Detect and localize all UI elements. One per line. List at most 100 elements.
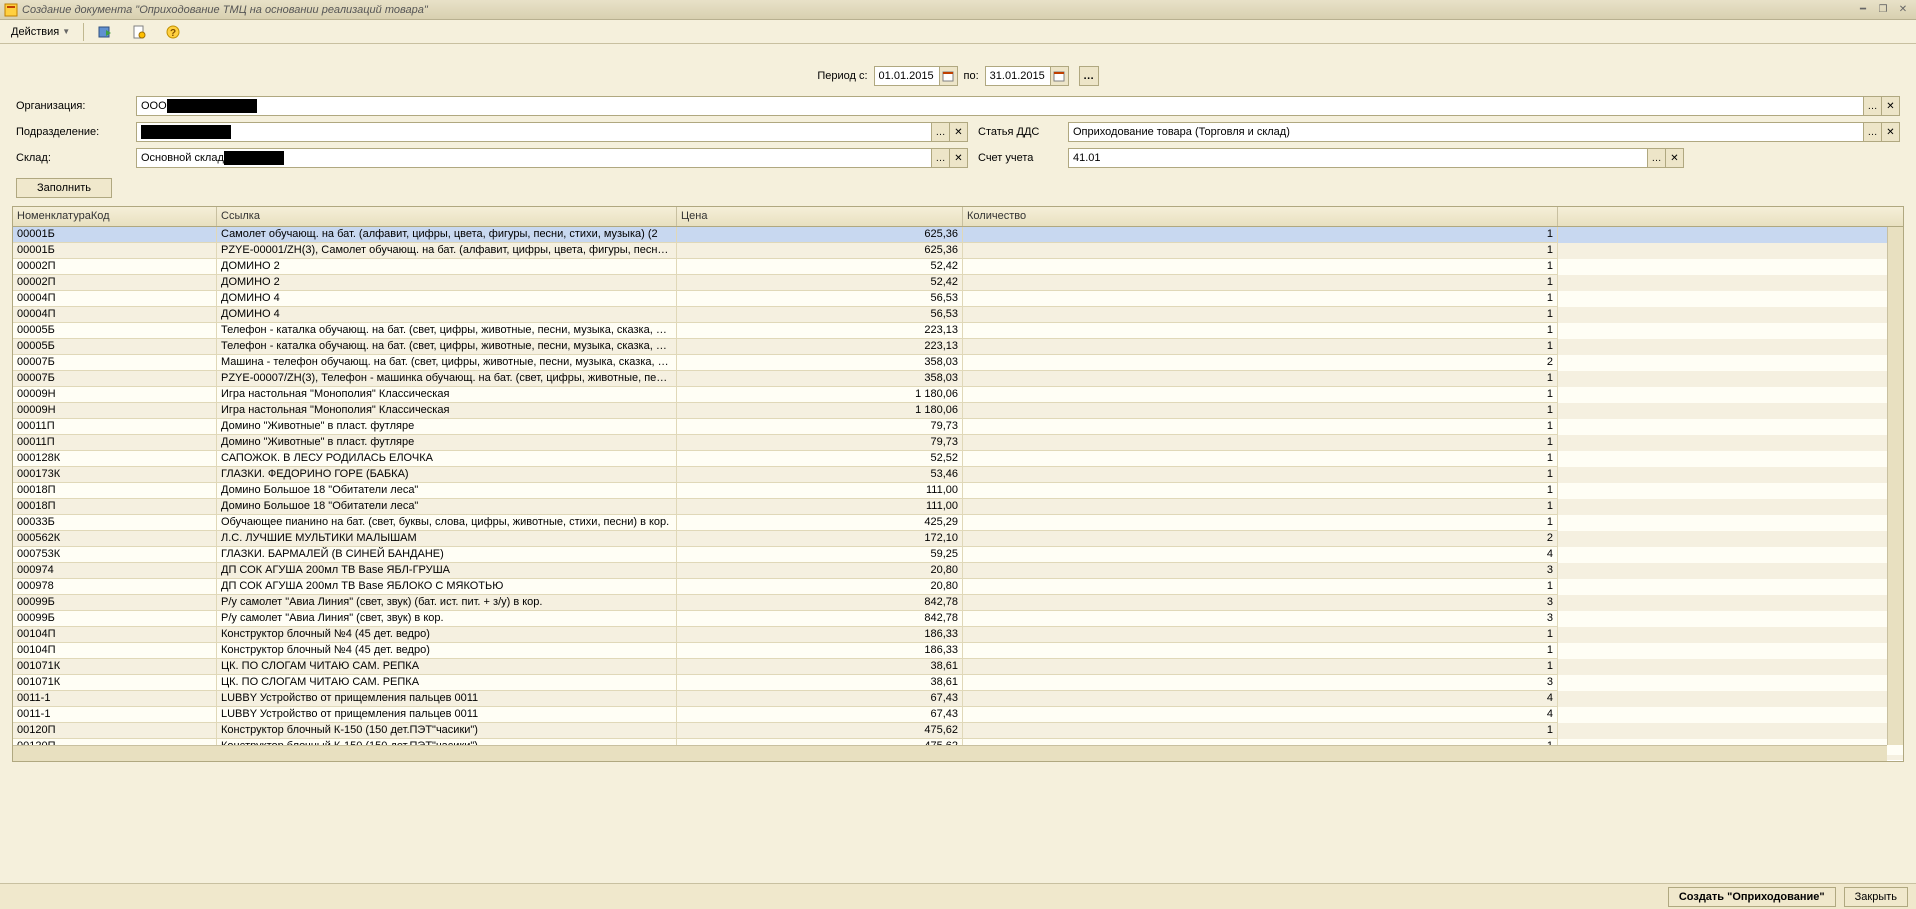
table-row[interactable]: 00018ПДомино Большое 18 "Обитатели леса"… — [13, 499, 1903, 515]
table-body[interactable]: 00001БСамолет обучающ. на бат. (алфавит,… — [13, 227, 1903, 760]
warehouse-clear-button[interactable]: ✕ — [950, 148, 968, 168]
table-cell: ГЛАЗКИ. ФЕДОРИНО ГОРЕ (БАБКА) — [217, 467, 677, 483]
table-cell: Л.С. ЛУЧШИЕ МУЛЬТИКИ МАЛЫШАМ — [217, 531, 677, 547]
table-row[interactable]: 00009НИгра настольная "Монополия" Класси… — [13, 403, 1903, 419]
maximize-button[interactable]: ❐ — [1874, 3, 1892, 17]
table-cell: ДОМИНО 4 — [217, 291, 677, 307]
organization-label: Организация: — [16, 100, 126, 112]
table-row[interactable]: 00104ПКонструктор блочный №4 (45 дет. ве… — [13, 627, 1903, 643]
table-cell: 52,52 — [677, 451, 963, 467]
column-header-code[interactable]: НоменклатураКод — [13, 207, 217, 226]
table-row[interactable]: 00002ПДОМИНО 252,421 — [13, 275, 1903, 291]
table-row[interactable]: 00007БPZYE-00007/ZH(3), Телефон - машинк… — [13, 371, 1903, 387]
table-cell: 186,33 — [677, 627, 963, 643]
create-document-button[interactable]: Создать "Оприходование" — [1668, 887, 1836, 907]
organization-select-button[interactable]: … — [1864, 96, 1882, 116]
table-row[interactable]: 000128КСАПОЖОК. В ЛЕСУ РОДИЛАСЬ ЕЛОЧКА52… — [13, 451, 1903, 467]
division-select-button[interactable]: … — [932, 122, 950, 142]
account-select-button[interactable]: … — [1648, 148, 1666, 168]
table-row[interactable]: 00011ПДомино "Животные" в пласт. футляре… — [13, 419, 1903, 435]
toolbar-icon-button-1[interactable] — [90, 21, 120, 43]
table-row[interactable]: 00099БР/у самолет "Авиа Линия" (свет, зв… — [13, 595, 1903, 611]
column-header-price[interactable]: Цена — [677, 207, 963, 226]
dds-clear-button[interactable]: ✕ — [1882, 122, 1900, 142]
warehouse-select-button[interactable]: … — [932, 148, 950, 168]
horizontal-scrollbar[interactable] — [13, 745, 1887, 761]
table-row[interactable]: 00011ПДомино "Животные" в пласт. футляре… — [13, 435, 1903, 451]
column-header-qty[interactable]: Количество — [963, 207, 1558, 226]
table-row[interactable]: 001071КЦК. ПО СЛОГАМ ЧИТАЮ САМ. РЕПКА38,… — [13, 675, 1903, 691]
table-row[interactable]: 00099БР/у самолет "Авиа Линия" (свет, зв… — [13, 611, 1903, 627]
table-row[interactable]: 00001БPZYE-00001/ZH(3), Самолет обучающ.… — [13, 243, 1903, 259]
close-button[interactable]: ✕ — [1894, 3, 1912, 17]
table-cell: 20,80 — [677, 579, 963, 595]
toolbar-icon-button-2[interactable] — [124, 21, 154, 43]
table-row[interactable]: 00002ПДОМИНО 252,421 — [13, 259, 1903, 275]
account-clear-button[interactable]: ✕ — [1666, 148, 1684, 168]
account-field[interactable] — [1068, 148, 1648, 168]
table-cell: 00099Б — [13, 595, 217, 611]
table-row[interactable]: 00004ПДОМИНО 456,531 — [13, 307, 1903, 323]
column-header-link[interactable]: Ссылка — [217, 207, 677, 226]
table-row[interactable]: 0011-1LUBBY Устройство от прищемления па… — [13, 691, 1903, 707]
dds-select-button[interactable]: … — [1864, 122, 1882, 142]
table-cell: Р/у самолет "Авиа Линия" (свет, звук) (б… — [217, 595, 677, 611]
fill-button[interactable]: Заполнить — [16, 178, 112, 198]
table-row[interactable]: 00004ПДОМИНО 456,531 — [13, 291, 1903, 307]
table-cell: 00004П — [13, 291, 217, 307]
organization-field[interactable]: ООО — [136, 96, 1864, 116]
table-row[interactable]: 00005БТелефон - каталка обучающ. на бат.… — [13, 339, 1903, 355]
svg-text:?: ? — [170, 28, 176, 39]
table-cell: 59,25 — [677, 547, 963, 563]
table-cell: 1 — [963, 243, 1558, 259]
dds-field[interactable] — [1068, 122, 1864, 142]
period-select-button[interactable]: … — [1079, 66, 1099, 86]
table-cell: 1 — [963, 227, 1558, 243]
table-row[interactable]: 000753КГЛАЗКИ. БАРМАЛЕЙ (В СИНЕЙ БАНДАНЕ… — [13, 547, 1903, 563]
table-cell: 425,29 — [677, 515, 963, 531]
table-cell: 00104П — [13, 627, 217, 643]
calendar-icon[interactable] — [940, 66, 958, 86]
table-cell: 1 — [963, 627, 1558, 643]
table-row[interactable]: 000974ДП СОК АГУША 200мл ТВ Base ЯБЛ-ГРУ… — [13, 563, 1903, 579]
table-cell: 00005Б — [13, 339, 217, 355]
table-row[interactable]: 00007БМашина - телефон обучающ. на бат. … — [13, 355, 1903, 371]
table-cell: 79,73 — [677, 435, 963, 451]
table-row[interactable]: 00033БОбучающее пианино на бат. (свет, б… — [13, 515, 1903, 531]
table-cell: ДОМИНО 4 — [217, 307, 677, 323]
table-cell: 1 — [963, 371, 1558, 387]
table-cell: 00018П — [13, 483, 217, 499]
table-row[interactable]: 00001БСамолет обучающ. на бат. (алфавит,… — [13, 227, 1903, 243]
vertical-scrollbar[interactable] — [1887, 227, 1903, 745]
actions-menu-button[interactable]: Действия ▼ — [4, 23, 77, 41]
dds-label: Статья ДДС — [978, 126, 1058, 138]
table-row[interactable]: 000562КЛ.С. ЛУЧШИЕ МУЛЬТИКИ МАЛЫШАМ172,1… — [13, 531, 1903, 547]
table-row[interactable]: 00104ПКонструктор блочный №4 (45 дет. ве… — [13, 643, 1903, 659]
table-row[interactable]: 00120ПКонструктор блочный К-150 (150 дет… — [13, 723, 1903, 739]
table-cell: 1 — [963, 451, 1558, 467]
actions-label: Действия — [11, 26, 59, 38]
period-to-input[interactable] — [985, 66, 1051, 86]
table-cell: Конструктор блочный №4 (45 дет. ведро) — [217, 627, 677, 643]
table-row[interactable]: 000978ДП СОК АГУША 200мл ТВ Base ЯБЛОКО … — [13, 579, 1903, 595]
help-button[interactable]: ? — [158, 21, 188, 43]
table-row[interactable]: 00018ПДомино Большое 18 "Обитатели леса"… — [13, 483, 1903, 499]
division-clear-button[interactable]: ✕ — [950, 122, 968, 142]
division-field[interactable] — [136, 122, 932, 142]
table-cell: PZYE-00007/ZH(3), Телефон - машинка обуч… — [217, 371, 677, 387]
table-cell: LUBBY Устройство от прищемления пальцев … — [217, 691, 677, 707]
table-cell: Р/у самолет "Авиа Линия" (свет, звук) в … — [217, 611, 677, 627]
table-row[interactable]: 00009НИгра настольная "Монополия" Класси… — [13, 387, 1903, 403]
table-row[interactable]: 000173КГЛАЗКИ. ФЕДОРИНО ГОРЕ (БАБКА)53,4… — [13, 467, 1903, 483]
period-from-input[interactable] — [874, 66, 940, 86]
table-row[interactable]: 00005БТелефон - каталка обучающ. на бат.… — [13, 323, 1903, 339]
minimize-button[interactable]: ━ — [1854, 3, 1872, 17]
table-cell: 3 — [963, 563, 1558, 579]
organization-clear-button[interactable]: ✕ — [1882, 96, 1900, 116]
table-row[interactable]: 001071КЦК. ПО СЛОГАМ ЧИТАЮ САМ. РЕПКА38,… — [13, 659, 1903, 675]
table-container: НоменклатураКод Ссылка Цена Количество 0… — [12, 206, 1904, 762]
table-row[interactable]: 0011-1LUBBY Устройство от прищемления па… — [13, 707, 1903, 723]
calendar-icon[interactable] — [1051, 66, 1069, 86]
close-form-button[interactable]: Закрыть — [1844, 887, 1908, 907]
warehouse-field[interactable]: Основной склад — [136, 148, 932, 168]
